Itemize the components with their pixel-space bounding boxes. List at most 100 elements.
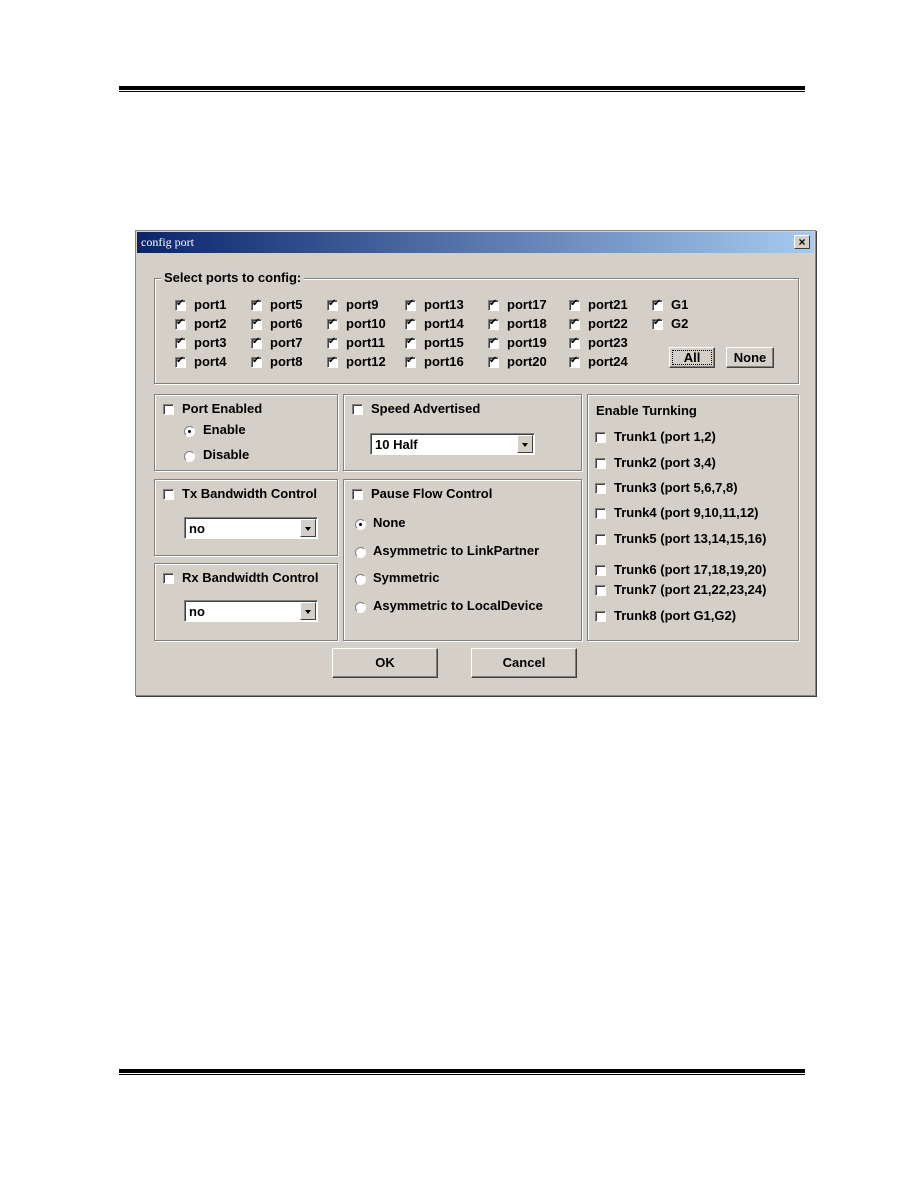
trunk-checkbox[interactable] <box>595 458 606 469</box>
trunk-label: Trunk8 (port G1,G2) <box>614 608 737 623</box>
port-checkbox-port14[interactable] <box>405 317 416 330</box>
trunk-label: Trunk1 (port 1,2) <box>614 429 716 444</box>
port-checkbox-port11[interactable] <box>327 336 338 349</box>
cancel-button[interactable]: Cancel <box>471 648 577 678</box>
port-checkbox-port5[interactable] <box>251 298 262 311</box>
port-checkbox-port3[interactable] <box>175 336 186 349</box>
pause-flow-option-label: Asymmetric to LocalDevice <box>373 598 543 613</box>
page-footer-rule <box>119 1069 805 1073</box>
port-checkbox-port10[interactable] <box>327 317 338 330</box>
port-label: G2 <box>671 316 689 331</box>
rx-bandwidth-value: no <box>189 604 205 619</box>
chevron-down-icon[interactable] <box>300 519 316 537</box>
port-checkbox-port6[interactable] <box>251 317 262 330</box>
rx-bandwidth-group: Rx Bandwidth Control no <box>154 563 338 641</box>
page-footer-rule-thin <box>119 1074 805 1075</box>
port-label: port2 <box>194 316 227 331</box>
ok-button[interactable]: OK <box>332 648 438 678</box>
port-checkbox-port7[interactable] <box>251 336 262 349</box>
port-checkbox-G1[interactable] <box>652 298 663 311</box>
speed-select[interactable]: 10 Half <box>370 433 535 455</box>
port-label: port22 <box>588 316 628 331</box>
port-checkbox-port12[interactable] <box>327 355 338 368</box>
speed-select-value: 10 Half <box>375 437 418 452</box>
trunk-checkbox[interactable] <box>595 611 606 622</box>
trunk-checkbox[interactable] <box>595 565 606 576</box>
speed-advertised-label: Speed Advertised <box>371 401 481 416</box>
port-checkbox-port8[interactable] <box>251 355 262 368</box>
port-checkbox-port24[interactable] <box>569 355 580 368</box>
port-checkbox-port2[interactable] <box>175 317 186 330</box>
port-checkbox-port18[interactable] <box>488 317 499 330</box>
speed-advertised-group: Speed Advertised 10 Half <box>343 394 582 471</box>
port-checkbox-port17[interactable] <box>488 298 499 311</box>
speed-advertised-checkbox[interactable] <box>352 404 363 415</box>
port-label: port6 <box>270 316 303 331</box>
port-checkbox-port13[interactable] <box>405 298 416 311</box>
chevron-down-icon[interactable] <box>300 602 316 620</box>
pause-flow-radio[interactable] <box>355 574 366 585</box>
rx-bandwidth-label: Rx Bandwidth Control <box>182 570 319 585</box>
port-label: port3 <box>194 335 227 350</box>
rx-bandwidth-checkbox[interactable] <box>163 573 174 584</box>
port-label: port1 <box>194 297 227 312</box>
trunk-checkbox[interactable] <box>595 534 606 545</box>
port-checkbox-port15[interactable] <box>405 336 416 349</box>
port-label: port16 <box>424 354 464 369</box>
port-checkbox-G2[interactable] <box>652 317 663 330</box>
pause-flow-radio[interactable] <box>355 547 366 558</box>
select-ports-legend: Select ports to config: <box>161 270 305 285</box>
trunk-label: Trunk5 (port 13,14,15,16) <box>614 531 767 546</box>
port-label: port11 <box>346 335 386 350</box>
port-checkbox-port22[interactable] <box>569 317 580 330</box>
page-header-rule-thin <box>119 91 805 92</box>
pause-flow-option-label: Symmetric <box>373 570 440 585</box>
port-label: port8 <box>270 354 303 369</box>
rx-bandwidth-select[interactable]: no <box>184 600 318 622</box>
trunk-checkbox[interactable] <box>595 432 606 443</box>
select-all-label: All <box>683 350 701 365</box>
port-checkbox-port9[interactable] <box>327 298 338 311</box>
chevron-down-icon[interactable] <box>517 435 533 453</box>
trunk-checkbox[interactable] <box>595 483 606 494</box>
port-checkbox-port21[interactable] <box>569 298 580 311</box>
radio-disable-label: Disable <box>203 447 250 462</box>
port-checkbox-port4[interactable] <box>175 355 186 368</box>
port-label: port23 <box>588 335 628 350</box>
close-icon: × <box>798 235 806 249</box>
port-label: port15 <box>424 335 464 350</box>
port-label: port14 <box>424 316 464 331</box>
trunking-group: Enable Turnking Trunk1 (port 1,2) Trunk2 … <box>587 394 799 641</box>
pause-flow-radio[interactable] <box>355 602 366 613</box>
trunk-checkbox[interactable] <box>595 585 606 596</box>
port-checkbox-port16[interactable] <box>405 355 416 368</box>
tx-bandwidth-checkbox[interactable] <box>163 489 174 500</box>
port-label: port12 <box>346 354 386 369</box>
port-checkbox-port23[interactable] <box>569 336 580 349</box>
select-none-button[interactable]: None <box>726 347 774 368</box>
trunk-checkbox[interactable] <box>595 508 606 519</box>
tx-bandwidth-value: no <box>189 521 205 536</box>
title-bar: config port × <box>137 232 814 253</box>
select-none-label: None <box>733 350 767 365</box>
port-label: port13 <box>424 297 464 312</box>
pause-flow-group: Pause Flow Control None Asymmetric to Lin… <box>343 479 582 641</box>
port-checkbox-port19[interactable] <box>488 336 499 349</box>
cancel-label: Cancel <box>502 655 546 670</box>
port-label: port7 <box>270 335 303 350</box>
pause-flow-radio[interactable] <box>355 519 366 530</box>
port-checkbox-port20[interactable] <box>488 355 499 368</box>
select-all-button[interactable]: All <box>669 347 715 368</box>
pause-flow-option-label: Asymmetric to LinkPartner <box>373 543 540 558</box>
tx-bandwidth-select[interactable]: no <box>184 517 318 539</box>
config-port-dialog: config port × Select ports to config: po… <box>135 230 816 696</box>
radio-enable[interactable] <box>184 426 195 437</box>
trunk-label: Trunk2 (port 3,4) <box>614 455 716 470</box>
pause-flow-checkbox[interactable] <box>352 489 363 500</box>
port-checkbox-port1[interactable] <box>175 298 186 311</box>
trunk-label: Trunk4 (port 9,10,11,12) <box>614 505 759 520</box>
close-button[interactable]: × <box>794 235 810 249</box>
port-label: port21 <box>588 297 628 312</box>
radio-disable[interactable] <box>184 451 195 462</box>
port-enabled-checkbox[interactable] <box>163 404 174 415</box>
